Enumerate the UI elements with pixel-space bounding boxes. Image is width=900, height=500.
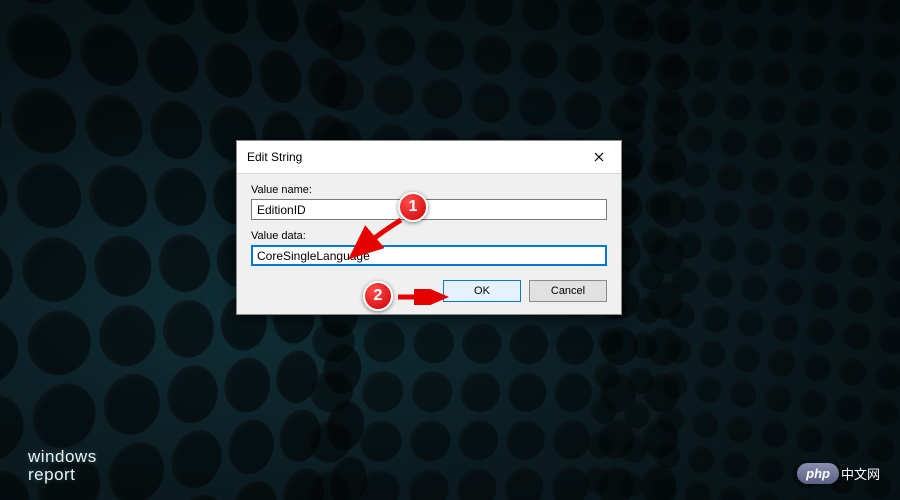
watermark-php-cn: php 中文网 — [797, 463, 880, 484]
annotation-arrow-1 — [338, 214, 410, 266]
cancel-button[interactable]: Cancel — [529, 280, 607, 302]
close-button[interactable] — [585, 147, 613, 167]
value-data-field[interactable] — [251, 245, 607, 266]
value-name-label: Value name: — [251, 184, 607, 196]
value-data-label: Value data: — [251, 230, 607, 242]
close-icon — [594, 150, 604, 164]
ok-button[interactable]: OK — [443, 280, 521, 302]
value-name-field[interactable] — [251, 199, 607, 220]
dialog-titlebar[interactable]: Edit String — [237, 141, 621, 174]
annotation-arrow-2 — [396, 289, 452, 305]
annotation-badge-2: 2 — [363, 281, 393, 311]
watermark-windows-report: windows report — [28, 448, 97, 484]
dialog-title: Edit String — [247, 150, 302, 164]
screenshot-stage: Edit String Value name: Value data: OK C… — [0, 0, 900, 500]
